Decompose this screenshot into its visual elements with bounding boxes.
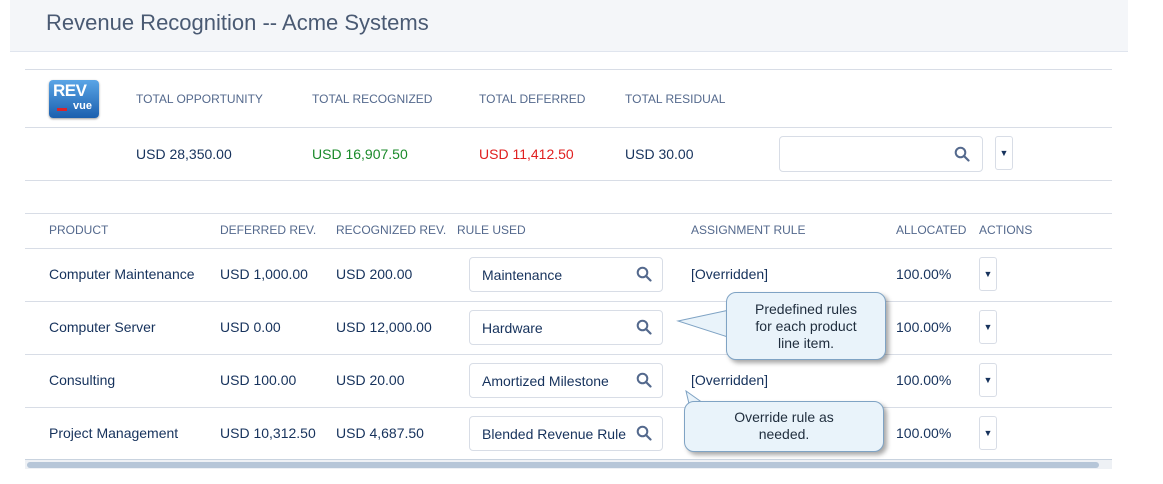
allocated-cell: 100.00%: [896, 425, 952, 441]
deferred-cell: USD 100.00: [220, 372, 297, 388]
callout-text: Override rule as: [734, 409, 834, 425]
product-cell: Computer Maintenance: [49, 266, 195, 282]
rule-lookup-input[interactable]: Blended Revenue Rule: [469, 416, 663, 451]
logo-accent: [57, 108, 67, 111]
rule-value: Maintenance: [482, 267, 563, 283]
total-residual-value: USD 30.00: [625, 146, 694, 162]
product-cell: Consulting: [49, 372, 116, 388]
column-header-assignment-rule: ASSIGNMENT RULE: [691, 223, 806, 237]
total-opportunity-label: TOTAL OPPORTUNITY: [136, 92, 263, 106]
column-header-allocated: ALLOCATED: [896, 223, 967, 237]
search-icon[interactable]: [636, 266, 652, 287]
column-header-product: PRODUCT: [49, 223, 109, 237]
callout-text: needed.: [758, 426, 810, 442]
search-icon[interactable]: [636, 372, 652, 393]
divider: [25, 248, 1112, 249]
search-icon[interactable]: [636, 319, 652, 340]
rule-lookup-input[interactable]: Amortized Milestone: [469, 363, 663, 398]
product-cell: Project Management: [49, 425, 179, 441]
deferred-cell: USD 0.00: [220, 319, 281, 335]
row-actions-menu-button[interactable]: ▼: [979, 310, 997, 344]
row-actions-menu-button[interactable]: ▼: [979, 257, 997, 291]
rule-value: Blended Revenue Rule: [482, 426, 626, 442]
column-header-deferred: DEFERRED REV.: [220, 223, 317, 237]
total-deferred-label: TOTAL DEFERRED: [479, 92, 586, 106]
divider: [25, 407, 1112, 408]
deferred-cell: USD 1,000.00: [220, 266, 308, 282]
total-opportunity-value: USD 28,350.00: [136, 146, 232, 162]
product-cell: Computer Server: [49, 319, 156, 335]
allocated-cell: 100.00%: [896, 319, 952, 335]
column-header-actions: ACTIONS: [979, 223, 1033, 237]
logo-text-vue: vue: [73, 100, 92, 112]
allocated-cell: 100.00%: [896, 372, 952, 388]
header-actions-menu-button[interactable]: ▼: [995, 136, 1013, 170]
row-actions-menu-button[interactable]: ▼: [979, 416, 997, 450]
callout-text: Predefined rules: [755, 301, 857, 317]
total-residual-label: TOTAL RESIDUAL: [625, 92, 726, 106]
assignment-cell: [Overridden]: [691, 372, 769, 388]
scrollbar-thumb[interactable]: [27, 462, 1099, 468]
rule-lookup-input[interactable]: Maintenance: [469, 257, 663, 292]
revenue-panel: REV vue TOTAL OPPORTUNITY TOTAL RECOGNIZ…: [25, 69, 1112, 461]
total-recognized-value: USD 16,907.50: [312, 146, 408, 162]
callout-text: line item.: [777, 335, 835, 351]
assignment-cell: [Overridden]: [691, 266, 769, 282]
page-title: Revenue Recognition -- Acme Systems: [46, 10, 429, 35]
column-header-recognized: RECOGNIZED REV.: [336, 223, 447, 237]
row-actions-menu-button[interactable]: ▼: [979, 363, 997, 397]
total-recognized-label: TOTAL RECOGNIZED: [312, 92, 433, 106]
page-header: Revenue Recognition -- Acme Systems: [10, 0, 1128, 52]
divider: [25, 213, 1112, 214]
recognized-cell: USD 4,687.50: [336, 425, 424, 441]
divider: [25, 354, 1112, 355]
search-input[interactable]: [779, 136, 983, 172]
search-icon[interactable]: [636, 425, 652, 446]
rule-value: Hardware: [482, 320, 543, 336]
recognized-cell: USD 20.00: [336, 372, 405, 388]
deferred-cell: USD 10,312.50: [220, 425, 316, 441]
revvue-logo: REV vue: [49, 80, 99, 118]
callout-predefined-rules: Predefined rules for each product line i…: [726, 292, 886, 360]
divider: [25, 180, 1112, 181]
callout-text: for each product: [755, 318, 857, 334]
recognized-cell: USD 200.00: [336, 266, 413, 282]
search-icon[interactable]: [954, 146, 970, 167]
divider: [25, 127, 1112, 128]
total-deferred-value: USD 11,412.50: [479, 146, 574, 162]
column-header-rule-used: RULE USED: [457, 223, 526, 237]
recognized-cell: USD 12,000.00: [336, 319, 432, 335]
allocated-cell: 100.00%: [896, 266, 952, 282]
callout-override-rule: Override rule as needed.: [684, 401, 884, 452]
rule-lookup-input[interactable]: Hardware: [469, 310, 663, 345]
divider: [25, 301, 1112, 302]
logo-text-rev: REV: [53, 81, 87, 100]
rule-value: Amortized Milestone: [482, 373, 609, 389]
horizontal-scrollbar[interactable]: [25, 459, 1112, 469]
